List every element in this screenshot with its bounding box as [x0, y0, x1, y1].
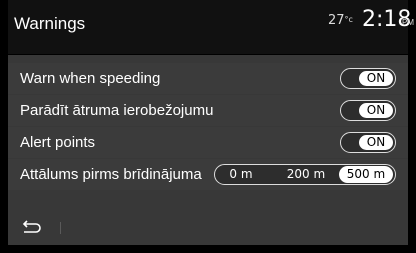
- alert-points-toggle[interactable]: ON: [340, 132, 396, 153]
- warn-speeding-toggle[interactable]: ON: [340, 68, 396, 89]
- screen: Warnings 27°c 2:18 PM Warn when speeding…: [0, 0, 416, 253]
- distance-option-200m[interactable]: 200 m: [279, 165, 333, 184]
- show-speed-limit-toggle[interactable]: ON: [340, 100, 396, 121]
- setting-row-warning-distance: Attālums pirms brīdinājuma 0 m 200 m 500…: [8, 159, 408, 190]
- setting-label: Parādīt ātruma ierobežojumu: [20, 102, 214, 119]
- page-title: Warnings: [14, 14, 86, 33]
- back-arrow-icon[interactable]: [20, 218, 42, 236]
- setting-row-warn-speeding: Warn when speeding ON: [8, 63, 408, 94]
- setting-label: Warn when speeding: [20, 70, 161, 87]
- toggle-knob: ON: [359, 103, 393, 118]
- clock-ampm: PM: [402, 18, 414, 27]
- toggle-knob: ON: [359, 71, 393, 86]
- warning-distance-selector: 0 m 200 m 500 m: [214, 164, 396, 185]
- setting-row-show-speed-limit: Parādīt ātruma ierobežojumu ON: [8, 95, 408, 126]
- outside-temperature: 27°c: [328, 13, 353, 28]
- setting-row-alert-points: Alert points ON: [8, 127, 408, 158]
- settings-list: Warn when speeding ON Parādīt ātruma ier…: [8, 55, 408, 211]
- bottom-bar: [8, 211, 408, 245]
- distance-option-500m-selected[interactable]: 500 m: [339, 166, 393, 183]
- temperature-unit: °c: [344, 15, 353, 24]
- distance-option-0m[interactable]: 0 m: [221, 165, 261, 184]
- setting-label: Attālums pirms brīdinājuma: [20, 166, 202, 183]
- toggle-knob: ON: [359, 135, 393, 150]
- setting-label: Alert points: [20, 134, 96, 151]
- divider: [60, 222, 61, 234]
- temperature-value: 27: [328, 13, 345, 28]
- header-bar: Warnings 27°c 2:18 PM: [8, 0, 414, 54]
